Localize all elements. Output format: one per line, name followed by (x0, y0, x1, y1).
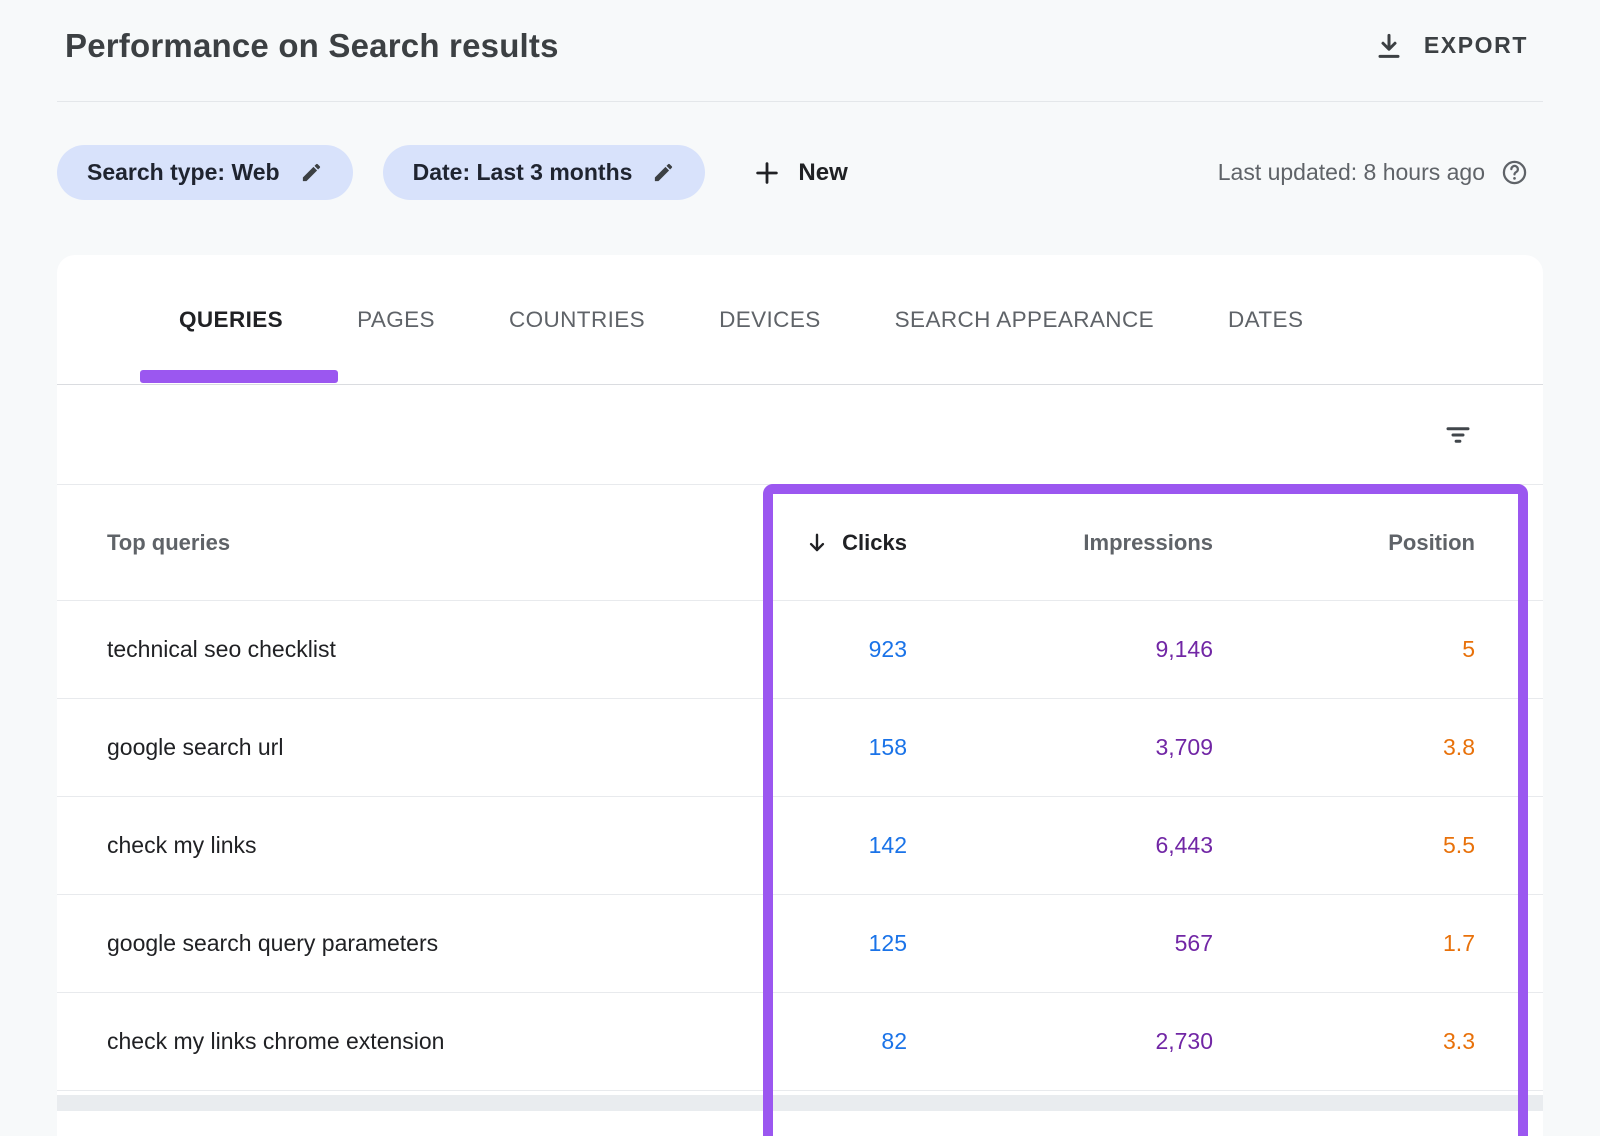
impressions-cell: 567 (907, 930, 1213, 957)
download-icon (1374, 31, 1404, 61)
impressions-cell: 6,443 (907, 832, 1213, 859)
sort-desc-icon (804, 530, 830, 556)
impressions-cell: 3,709 (907, 734, 1213, 761)
filter-icon (1443, 420, 1473, 450)
query-cell: google search url (107, 734, 587, 761)
tab-countries[interactable]: COUNTRIES (479, 307, 675, 333)
query-cell: technical seo checklist (107, 636, 587, 663)
clicks-cell: 158 (587, 734, 907, 761)
edit-icon (652, 161, 675, 184)
tab-search-appearance[interactable]: SEARCH APPEARANCE (865, 307, 1184, 333)
table-row[interactable]: check my links 142 6,443 5.5 (57, 797, 1543, 895)
clicks-cell: 125 (587, 930, 907, 957)
report-tabs: QUERIES PAGES COUNTRIES DEVICES SEARCH A… (57, 255, 1543, 385)
queries-tab-underline-annotation (140, 370, 338, 383)
clicks-header-label: Clicks (842, 530, 907, 556)
header-divider (57, 101, 1543, 102)
help-icon (1501, 159, 1528, 186)
tab-dates[interactable]: DATES (1198, 307, 1333, 333)
clicks-header[interactable]: Clicks (587, 530, 907, 556)
page-header: Performance on Search results EXPORT (0, 0, 1600, 101)
position-header[interactable]: Position (1213, 530, 1475, 556)
tab-queries[interactable]: QUERIES (149, 307, 313, 333)
date-range-chip[interactable]: Date: Last 3 months (383, 145, 706, 200)
position-cell: 3.3 (1213, 1028, 1475, 1055)
clicks-cell: 142 (587, 832, 907, 859)
export-label: EXPORT (1424, 32, 1528, 59)
filter-bar: Search type: Web Date: Last 3 months New… (0, 145, 1600, 200)
table-row[interactable]: google search url 158 3,709 3.8 (57, 699, 1543, 797)
query-cell: google search query parameters (107, 930, 587, 957)
clicks-cell: 82 (587, 1028, 907, 1055)
position-cell: 5.5 (1213, 832, 1475, 859)
search-type-chip[interactable]: Search type: Web (57, 145, 353, 200)
last-updated-wrap: Last updated: 8 hours ago (1218, 159, 1528, 186)
table-row[interactable]: google search query parameters 125 567 1… (57, 895, 1543, 993)
help-button[interactable] (1501, 159, 1528, 186)
position-cell: 3.8 (1213, 734, 1475, 761)
impressions-cell: 2,730 (907, 1028, 1213, 1055)
last-updated-text: Last updated: 8 hours ago (1218, 159, 1485, 186)
tab-devices[interactable]: DEVICES (689, 307, 851, 333)
new-filter-label: New (798, 159, 847, 187)
page-title: Performance on Search results (65, 27, 559, 65)
position-cell: 5 (1213, 636, 1475, 663)
table-row[interactable]: technical seo checklist 923 9,146 5 (57, 601, 1543, 699)
report-card: QUERIES PAGES COUNTRIES DEVICES SEARCH A… (57, 255, 1543, 1136)
impressions-header[interactable]: Impressions (907, 530, 1213, 556)
table-bottom-strip (57, 1095, 1543, 1111)
query-cell: check my links (107, 832, 587, 859)
tab-pages[interactable]: PAGES (327, 307, 465, 333)
plus-icon (753, 159, 781, 187)
top-queries-header[interactable]: Top queries (107, 530, 587, 556)
query-cell: check my links chrome extension (107, 1028, 587, 1055)
new-filter-button[interactable]: New (753, 159, 847, 187)
search-console-performance-page: Performance on Search results EXPORT Sea… (0, 0, 1600, 1136)
table-header-row: Top queries Clicks Impressions Position (57, 485, 1543, 601)
table-row[interactable]: check my links chrome extension 82 2,730… (57, 993, 1543, 1091)
date-range-chip-label: Date: Last 3 months (413, 159, 633, 186)
search-type-chip-label: Search type: Web (87, 159, 280, 186)
impressions-cell: 9,146 (907, 636, 1213, 663)
clicks-cell: 923 (587, 636, 907, 663)
edit-icon (300, 161, 323, 184)
position-cell: 1.7 (1213, 930, 1475, 957)
table-toolbar (57, 385, 1543, 485)
export-button[interactable]: EXPORT (1374, 31, 1528, 61)
filter-rows-button[interactable] (1443, 420, 1473, 450)
